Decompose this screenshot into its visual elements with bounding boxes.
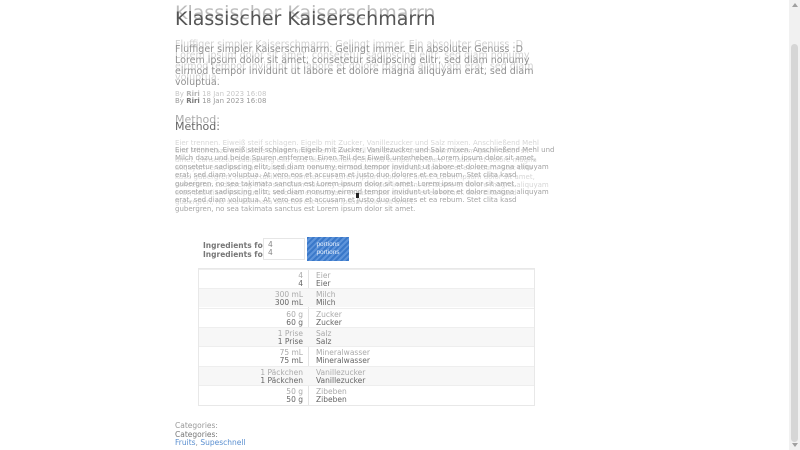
ingredient-name: Salz Salz (316, 328, 332, 346)
ingredient-amount: 300 mL 300 mL (274, 290, 303, 308)
update-portions-button[interactable]: portions portions (307, 237, 349, 261)
ingredient-row: 1 Päckchen 1 Päckchen Vanillezucker Vanille… (199, 365, 534, 385)
method-heading: Method: (175, 120, 220, 133)
recipe-page: Klassischer Kaiserschmarrn Fluffiger sim… (0, 0, 800, 450)
ingredient-row: 50 g 50 g Zibeben Zibeben (199, 384, 534, 404)
ingredient-name: Eier Eier (316, 271, 331, 288)
ingredients-table: 4 4 Eier Eier 300 mL 300 mL Milch Milch 60 g 60 g… (198, 268, 535, 406)
post-date: 18 Jan 2023 16:08 (202, 97, 267, 105)
ingredient-amount: 1 Päckchen 1 Päckchen (260, 367, 303, 385)
ingredient-amount: 60 g 60 g (286, 309, 303, 327)
servings-label: Ingredients for Ingredients for (203, 241, 267, 259)
recipe-intro: Fluffiger simpler Kaiserschmarrn. Geling… (175, 44, 534, 88)
ingredient-amount: 1 Prise 1 Prise (277, 328, 303, 346)
method-text: Eier trennen. Eiweiß steif schlagen. Eig… (175, 146, 555, 213)
ingredient-name: Vanillezucker Vanillezucker (316, 367, 366, 385)
scroll-up-arrow-icon[interactable] (792, 3, 798, 7)
recipe-title: Klassischer Kaiserschmarrn (175, 8, 436, 30)
ingredient-name: Mineralwasser Mineralwasser (316, 348, 370, 366)
ingredient-amount: 44 (298, 271, 303, 288)
ingredient-row: 1 Prise 1 Prise Salz Salz (199, 326, 534, 346)
ingredient-amount: 75 mL 75 mL (279, 348, 303, 366)
author-name[interactable]: Riri (186, 97, 200, 105)
ingredient-row: 60 g 60 g Zucker Zucker (199, 307, 534, 327)
ingredient-amount: 50 g 50 g (286, 386, 303, 404)
mouse-cursor (356, 193, 359, 198)
ingredient-row: 75 mL 75 mL Mineralwasser Mineralwasser (199, 346, 534, 365)
vertical-scrollbar[interactable] (789, 0, 800, 450)
ingredient-name: Milch Milch (316, 290, 336, 308)
category-link-fruits[interactable]: Fruits (175, 438, 196, 447)
ingredient-row: 4 4 Eier Eier (199, 269, 534, 288)
scrollbar-thumb[interactable] (791, 44, 798, 442)
category-link-supeschnell[interactable]: Supeschnell (200, 438, 245, 447)
categories-section: Categories: Categories: Fruits, Supeschn… (175, 421, 246, 447)
scroll-down-arrow-icon[interactable] (792, 443, 798, 447)
author-prefix: By (175, 97, 184, 105)
ingredient-name: Zucker Zucker (316, 309, 342, 327)
servings-input[interactable]: 44 (263, 238, 305, 260)
ingredient-name: Zibeben Zibeben (316, 386, 347, 404)
author-line: By Riri 18 Jan 2023 16:08 (175, 97, 266, 105)
ingredient-row: 300 mL 300 mL Milch Milch (199, 288, 534, 308)
